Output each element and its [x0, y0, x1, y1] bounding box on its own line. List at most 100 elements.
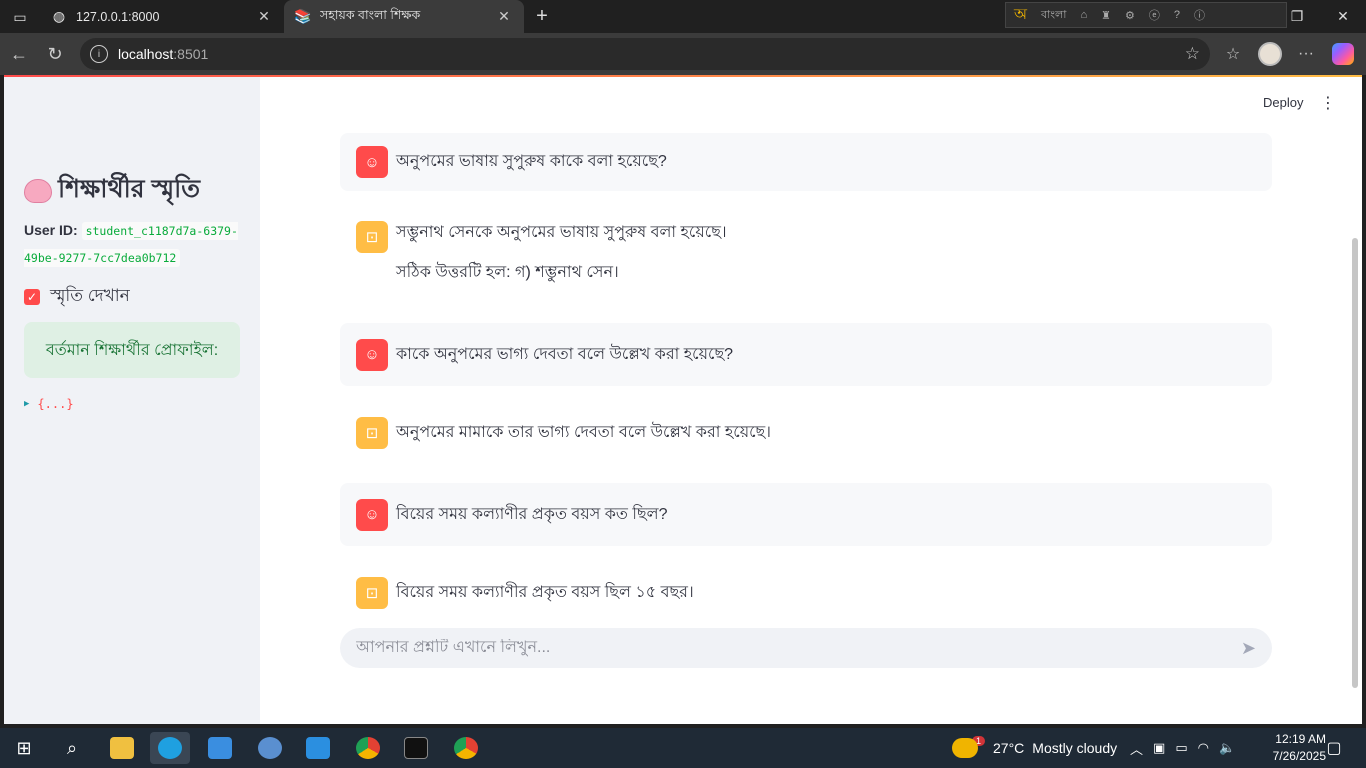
volume-icon[interactable]: 🔈: [1219, 740, 1235, 756]
chat-message-assistant: ⊡ বিয়ের সময় কল্যাণীর প্রকৃত বয়স ছিল ১…: [340, 577, 1272, 609]
search-icon[interactable]: ⌕: [52, 732, 92, 764]
wifi-icon[interactable]: ◠: [1198, 740, 1209, 756]
profile-success-box: বর্তমান শিক্ষার্থীর প্রোফাইল:: [24, 322, 240, 378]
favorite-star-icon[interactable]: ☆: [1185, 44, 1200, 64]
weather-widget[interactable]: 1 27°C Mostly cloudy: [952, 732, 1117, 764]
ime-chess-icon[interactable]: ♜: [1101, 9, 1111, 22]
sidebar-title: শিক্ষার্থীর স্মৃতি: [24, 169, 200, 212]
browser-toolbar: ← ↻ i localhost:8501 ☆: [0, 33, 1366, 75]
show-memory-checkbox[interactable]: ✓ স্মৃতি দেখান: [24, 283, 130, 311]
weather-text: Mostly cloudy: [1032, 740, 1118, 756]
tray-app-icon[interactable]: ▣: [1153, 740, 1165, 756]
ime-hat-icon[interactable]: ⌂: [1080, 9, 1087, 21]
message-text: বিয়ের সময় কল্যাণীর প্রকৃত বয়স ছিল ১৫ …: [396, 581, 694, 605]
terminal-icon[interactable]: [396, 732, 436, 764]
message-line: কাকে অনুপমের ভাগ্য দেবতা বলে উল্লেখ করা …: [396, 345, 734, 363]
checkbox-checked-icon[interactable]: ✓: [24, 289, 40, 305]
edge-icon[interactable]: [150, 732, 190, 764]
deploy-button[interactable]: Deploy: [1263, 95, 1303, 110]
weather-temp: 27°C: [993, 740, 1025, 756]
streamlit-app: শিক্ষার্থীর স্মৃতি User ID: student_c118…: [4, 75, 1362, 724]
favorites-icon[interactable]: ☆: [1218, 40, 1248, 68]
vscode-icon[interactable]: [298, 732, 338, 764]
site-info-icon[interactable]: i: [90, 45, 108, 63]
new-tab-button[interactable]: +: [530, 4, 554, 28]
user-avatar-icon: ☺: [356, 338, 388, 371]
ime-language[interactable]: বাংলা: [1041, 6, 1066, 25]
back-icon[interactable]: ←: [6, 42, 32, 66]
system-tray: ︿ ▣ ▭ ◠ 🔈: [1130, 732, 1235, 764]
tab-bangla-tutor[interactable]: 📚 সহায়ক বাংলা শিক্ষক ✕: [284, 0, 524, 33]
message-line: সঠিক উত্তরটি হল: গ) শম্ভুনাথ সেন।: [396, 264, 619, 281]
send-icon[interactable]: ➤: [1241, 638, 1256, 659]
url-port: :8501: [173, 46, 209, 62]
more-menu-icon[interactable]: ···: [1291, 40, 1321, 68]
ime-edge-icon[interactable]: ⓔ: [1149, 7, 1160, 23]
user-avatar-icon: ☺: [356, 146, 388, 178]
json-viewer[interactable]: ▶ {...}: [24, 397, 74, 411]
file-explorer-icon[interactable]: [102, 732, 142, 764]
close-tab-icon[interactable]: ✕: [494, 7, 514, 27]
bot-avatar-icon: ⊡: [356, 577, 388, 609]
message-text: কাকে অনুপমের ভাগ্য দেবতা বলে উল্লেখ করা …: [396, 343, 733, 367]
battery-icon[interactable]: ▭: [1175, 740, 1187, 756]
reload-icon[interactable]: ↻: [42, 42, 68, 66]
notification-icon[interactable]: ▢: [1322, 736, 1346, 760]
qb-logo: [258, 737, 282, 759]
ime-letter[interactable]: অ: [1014, 3, 1027, 28]
avatar: [1258, 42, 1282, 66]
qbittorrent-icon[interactable]: [250, 732, 290, 764]
partly-cloudy-icon: [952, 738, 978, 758]
copilot-logo: [1332, 43, 1354, 65]
json-preview: {...}: [37, 397, 74, 411]
window-app-logo: [208, 737, 232, 759]
window-controls: ❐ ✕: [1274, 0, 1366, 33]
expand-triangle-icon[interactable]: ▶: [24, 399, 29, 409]
clock[interactable]: 12:19 AM 7/26/2025: [1270, 731, 1326, 765]
main-menu-icon[interactable]: ⋮: [1320, 93, 1336, 113]
message-line: অনুপমের ভাষায় সুপুরুষ কাকে বলা হয়েছে?: [396, 153, 667, 170]
app-window-icon[interactable]: [200, 732, 240, 764]
message-line: অনুপমের মামাকে তার ভাগ্য দেবতা বলে উল্লে…: [396, 424, 771, 441]
copilot-icon[interactable]: [1328, 40, 1358, 68]
chat-message-user: ☺ অনুপমের ভাষায় সুপুরুষ কাকে বলা হয়েছে…: [340, 133, 1272, 191]
message-text: অনুপমের মামাকে তার ভাগ্য দেবতা বলে উল্লে…: [396, 421, 771, 445]
page-scrollbar[interactable]: [1352, 238, 1358, 688]
clock-date: 7/26/2025: [1272, 749, 1326, 763]
tab-actions-icon[interactable]: ▭: [8, 6, 32, 28]
url-host: localhost: [118, 46, 174, 62]
chrome-profile-icon[interactable]: [446, 732, 486, 764]
browser-tab-strip: ▭ ◍ 127.0.0.1:8000 ✕ 📚 সহায়ক বাংলা শিক্…: [0, 0, 1366, 33]
books-icon: 📚: [294, 8, 312, 24]
ime-info-icon[interactable]: ⓘ: [1194, 7, 1205, 23]
restore-window-icon[interactable]: ❐: [1274, 0, 1320, 33]
user-avatar-icon: ☺: [356, 498, 388, 531]
bot-avatar-icon: ⊡: [356, 417, 388, 449]
chrome-icon[interactable]: [348, 732, 388, 764]
checkbox-label: স্মৃতি দেখান: [50, 286, 130, 305]
message-text: অনুপমের ভাষায় সুপুরুষ কাকে বলা হয়েছে?: [396, 150, 667, 174]
brain-icon: [24, 178, 52, 203]
address-bar[interactable]: i localhost:8501 ☆: [80, 38, 1210, 70]
terminal-logo: [404, 737, 428, 759]
message-text: বিয়ের সময় কল্যাণীর প্রকৃত বয়স কত ছিল?: [396, 503, 667, 527]
globe-icon: ◍: [52, 8, 66, 24]
tab-localhost-8000[interactable]: ◍ 127.0.0.1:8000 ✕: [40, 0, 284, 33]
ime-settings-icon[interactable]: ⚙: [1125, 9, 1135, 22]
user-id: User ID: student_c1187d7a-6379-49be-9277…: [24, 217, 244, 271]
taskbar: ⊞ ⌕ 1 27°C Mostly cloudy ︿ ▣ ▭ ◠ 🔈 12:19…: [0, 728, 1366, 768]
message-line: বিয়ের সময় কল্যাণীর প্রকৃত বয়স ছিল ১৫ …: [396, 584, 694, 601]
chrome-logo: [454, 737, 478, 759]
clock-time: 12:19 AM: [1275, 732, 1326, 746]
chat-message-user: ☺ কাকে অনুপমের ভাগ্য দেবতা বলে উল্লেখ কর…: [340, 323, 1272, 386]
ime-help-icon[interactable]: ?: [1174, 9, 1180, 21]
edge-logo: [158, 737, 182, 759]
profile-label: বর্তমান শিক্ষার্থীর প্রোফাইল:: [45, 341, 219, 359]
chat-input-field[interactable]: [356, 639, 1241, 657]
chevron-up-icon[interactable]: ︿: [1130, 739, 1143, 758]
profile-avatar[interactable]: [1255, 40, 1285, 68]
chat-message-assistant: ⊡ অনুপমের মামাকে তার ভাগ্য দেবতা বলে উল্…: [340, 417, 1272, 449]
close-window-icon[interactable]: ✕: [1320, 0, 1366, 33]
close-tab-icon[interactable]: ✕: [254, 7, 274, 27]
windows-start-icon[interactable]: ⊞: [4, 732, 44, 764]
